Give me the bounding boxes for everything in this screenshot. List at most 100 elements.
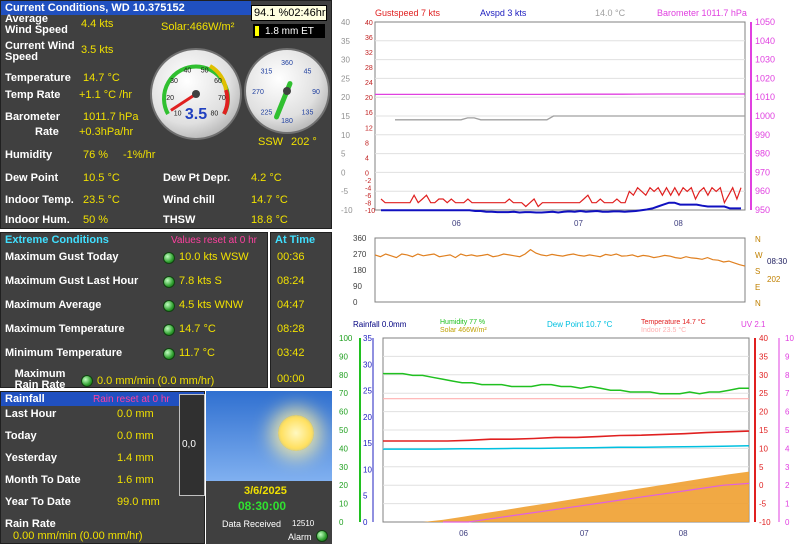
y-tick-pink: 6 bbox=[785, 408, 790, 417]
et-readout: 1.8 mm ET bbox=[253, 24, 325, 38]
current-conditions-panel: Current Conditions, WD 10.375152 94.1 %0… bbox=[0, 0, 332, 229]
rain-gauge-box: 0,0 bbox=[179, 394, 205, 496]
y-tick-left: 90 bbox=[353, 282, 362, 291]
y-tick-left: 20 bbox=[365, 95, 373, 102]
extreme-value-3: 14.7 °C bbox=[179, 323, 216, 335]
avg-wind-value: 4.4 kts bbox=[81, 18, 114, 30]
extreme-label-3: Maximum Temperature bbox=[5, 323, 125, 335]
status-panel: 3/6/2025 08:30:00 Data Received 12510 Al… bbox=[206, 391, 332, 544]
current-wind-label: Current Wind Speed bbox=[5, 40, 75, 63]
y-tick-red: 15 bbox=[759, 426, 768, 435]
compass-dial: 360 45 90 135 180 225 270 315 bbox=[252, 60, 320, 125]
extreme-label-5: Maximum Rain Rate bbox=[14, 368, 66, 391]
y-tick-left: -8 bbox=[365, 200, 371, 207]
barometer-label: Barometer bbox=[5, 111, 61, 123]
extreme-indicator-5[interactable] bbox=[81, 375, 93, 387]
compass-tick-label: 135 bbox=[302, 110, 314, 117]
extreme-label-4: Minimum Temperature bbox=[5, 347, 123, 359]
wind-speed-gauge: 10 20 30 40 50 60 70 80 3.5 bbox=[150, 48, 242, 140]
multi-sensor-chart: Rainfall 0.0mm Humidity 77 %Solar 466W/m²… bbox=[339, 318, 794, 538]
extreme-value-0: 10.0 kts WSW bbox=[179, 251, 249, 263]
wind-baro-chart: Gustspeed 7 kts Avspd 3 kts 14.0 °C Baromet… bbox=[341, 8, 775, 228]
rainfall-panel: Rainfall Rain reset at 0 hr Last Hour 0.0… bbox=[0, 391, 205, 544]
y-tick-right: 990 bbox=[755, 130, 770, 140]
rain-label-2: Yesterday bbox=[5, 452, 57, 464]
rainfall-reset-note: Rain reset at 0 hr bbox=[93, 394, 170, 405]
temperature-value: 14.7 °C bbox=[83, 72, 120, 84]
windchill-value: 14.7 °C bbox=[251, 194, 288, 206]
windchill-label: Wind chill bbox=[163, 194, 215, 206]
indoor-humidity-value: 50 % bbox=[83, 214, 109, 226]
wind-direction-compass: 360 45 90 135 180 225 270 315 bbox=[244, 48, 330, 134]
rain-label-3: Month To Date bbox=[5, 474, 81, 486]
y-tick-left: 270 bbox=[353, 250, 367, 259]
y-tick-gray: 5 bbox=[341, 150, 346, 159]
y-tick-pink: 9 bbox=[785, 352, 790, 361]
y-tick-pink: 0 bbox=[785, 518, 790, 527]
y-tick-gray: 30 bbox=[341, 56, 350, 65]
y-tick-left: 16 bbox=[365, 110, 373, 117]
y-tick-right: 950 bbox=[755, 205, 770, 215]
rain-value-3: 1.6 mm bbox=[117, 474, 154, 486]
y-tick-pink: 10 bbox=[785, 334, 794, 343]
y-tick-gray: 40 bbox=[341, 18, 350, 27]
compass-tick-label: 45 bbox=[304, 68, 312, 75]
y-tick-left: 4 bbox=[365, 155, 369, 162]
legend-solar: Solar 466W/m² bbox=[440, 327, 487, 334]
thsw-label: THSW bbox=[163, 214, 196, 226]
wind-speed-gauge-dial: 10203040 50607080 bbox=[162, 64, 230, 117]
legend-temperature: Temperature 14.7 °C bbox=[641, 318, 706, 326]
y-tick-red: 10 bbox=[759, 444, 768, 453]
y-tick-green: 40 bbox=[339, 444, 348, 453]
sky-image bbox=[206, 391, 332, 481]
speed-tick-label: 60 bbox=[214, 78, 222, 85]
y-tick-right: 960 bbox=[755, 186, 770, 196]
y-tick-gray: 35 bbox=[341, 37, 350, 46]
compass-tick-label: 180 bbox=[281, 118, 293, 125]
alarm-label: Alarm bbox=[288, 532, 312, 542]
extreme-time-3: 08:28 bbox=[277, 323, 305, 335]
y-tick-blue: 30 bbox=[363, 360, 372, 369]
extreme-indicator-4[interactable] bbox=[163, 348, 175, 360]
extreme-indicator-0[interactable] bbox=[163, 252, 175, 264]
y-tick-left: -6 bbox=[365, 193, 371, 200]
rain-rate-value: 0.00 mm/min (0.00 mm/hr) bbox=[13, 530, 143, 542]
legend-item: Avspd 3 kts bbox=[480, 8, 527, 18]
alarm-led-button[interactable] bbox=[316, 530, 328, 542]
y-tick-green: 10 bbox=[339, 500, 348, 509]
x-tick-label: 07 bbox=[580, 529, 589, 538]
legend-rainfall: Rainfall 0.0mm bbox=[353, 320, 407, 329]
legend-uv: UV 2.1 bbox=[741, 320, 766, 329]
temperature-label: Temperature bbox=[5, 72, 71, 84]
y-tick-red: 40 bbox=[759, 334, 768, 343]
compass-label: S bbox=[755, 267, 760, 276]
rain-value-1: 0.0 mm bbox=[117, 430, 154, 442]
y-tick-left: 40 bbox=[365, 20, 373, 27]
rain-value-2: 1.4 mm bbox=[117, 452, 154, 464]
y-tick-green: 30 bbox=[339, 463, 348, 472]
legend-item: Barometer 1011.7 hPa bbox=[657, 8, 747, 18]
y-tick-right: 970 bbox=[755, 167, 770, 177]
y-tick-right: 1020 bbox=[755, 73, 775, 83]
extreme-value-1: 7.8 kts S bbox=[179, 275, 222, 287]
data-received-count: 12510 bbox=[292, 519, 315, 528]
y-tick-pink: 4 bbox=[785, 444, 790, 453]
y-tick-green: 0 bbox=[339, 518, 344, 527]
humidity-value: 76 % bbox=[83, 149, 109, 161]
compass-tick-label: 270 bbox=[252, 89, 264, 96]
y-tick-gray: 10 bbox=[341, 131, 350, 140]
extreme-value-5: 0.0 mm/min (0.0 mm/hr) bbox=[97, 375, 215, 387]
extreme-indicator-3[interactable] bbox=[163, 324, 175, 336]
data-received-label: Data Received bbox=[222, 519, 282, 529]
dewpoint-depression-value: 4.2 °C bbox=[251, 172, 282, 184]
extreme-indicator-1[interactable] bbox=[163, 276, 175, 288]
solar-value: Solar:466W/m² bbox=[161, 21, 235, 33]
extreme-indicator-2[interactable] bbox=[163, 300, 175, 312]
speed-tick-label: 40 bbox=[184, 67, 192, 74]
status-date: 3/6/2025 bbox=[244, 485, 287, 497]
y-tick-green: 50 bbox=[339, 426, 348, 435]
wind-direction-chart: 090180270360 NWSEN08:30202 bbox=[353, 234, 788, 308]
extreme-time-4: 03:42 bbox=[277, 347, 305, 359]
extremes-reset-note: Values reset at 0 hr bbox=[171, 235, 257, 246]
extreme-time-0: 00:36 bbox=[277, 251, 305, 263]
